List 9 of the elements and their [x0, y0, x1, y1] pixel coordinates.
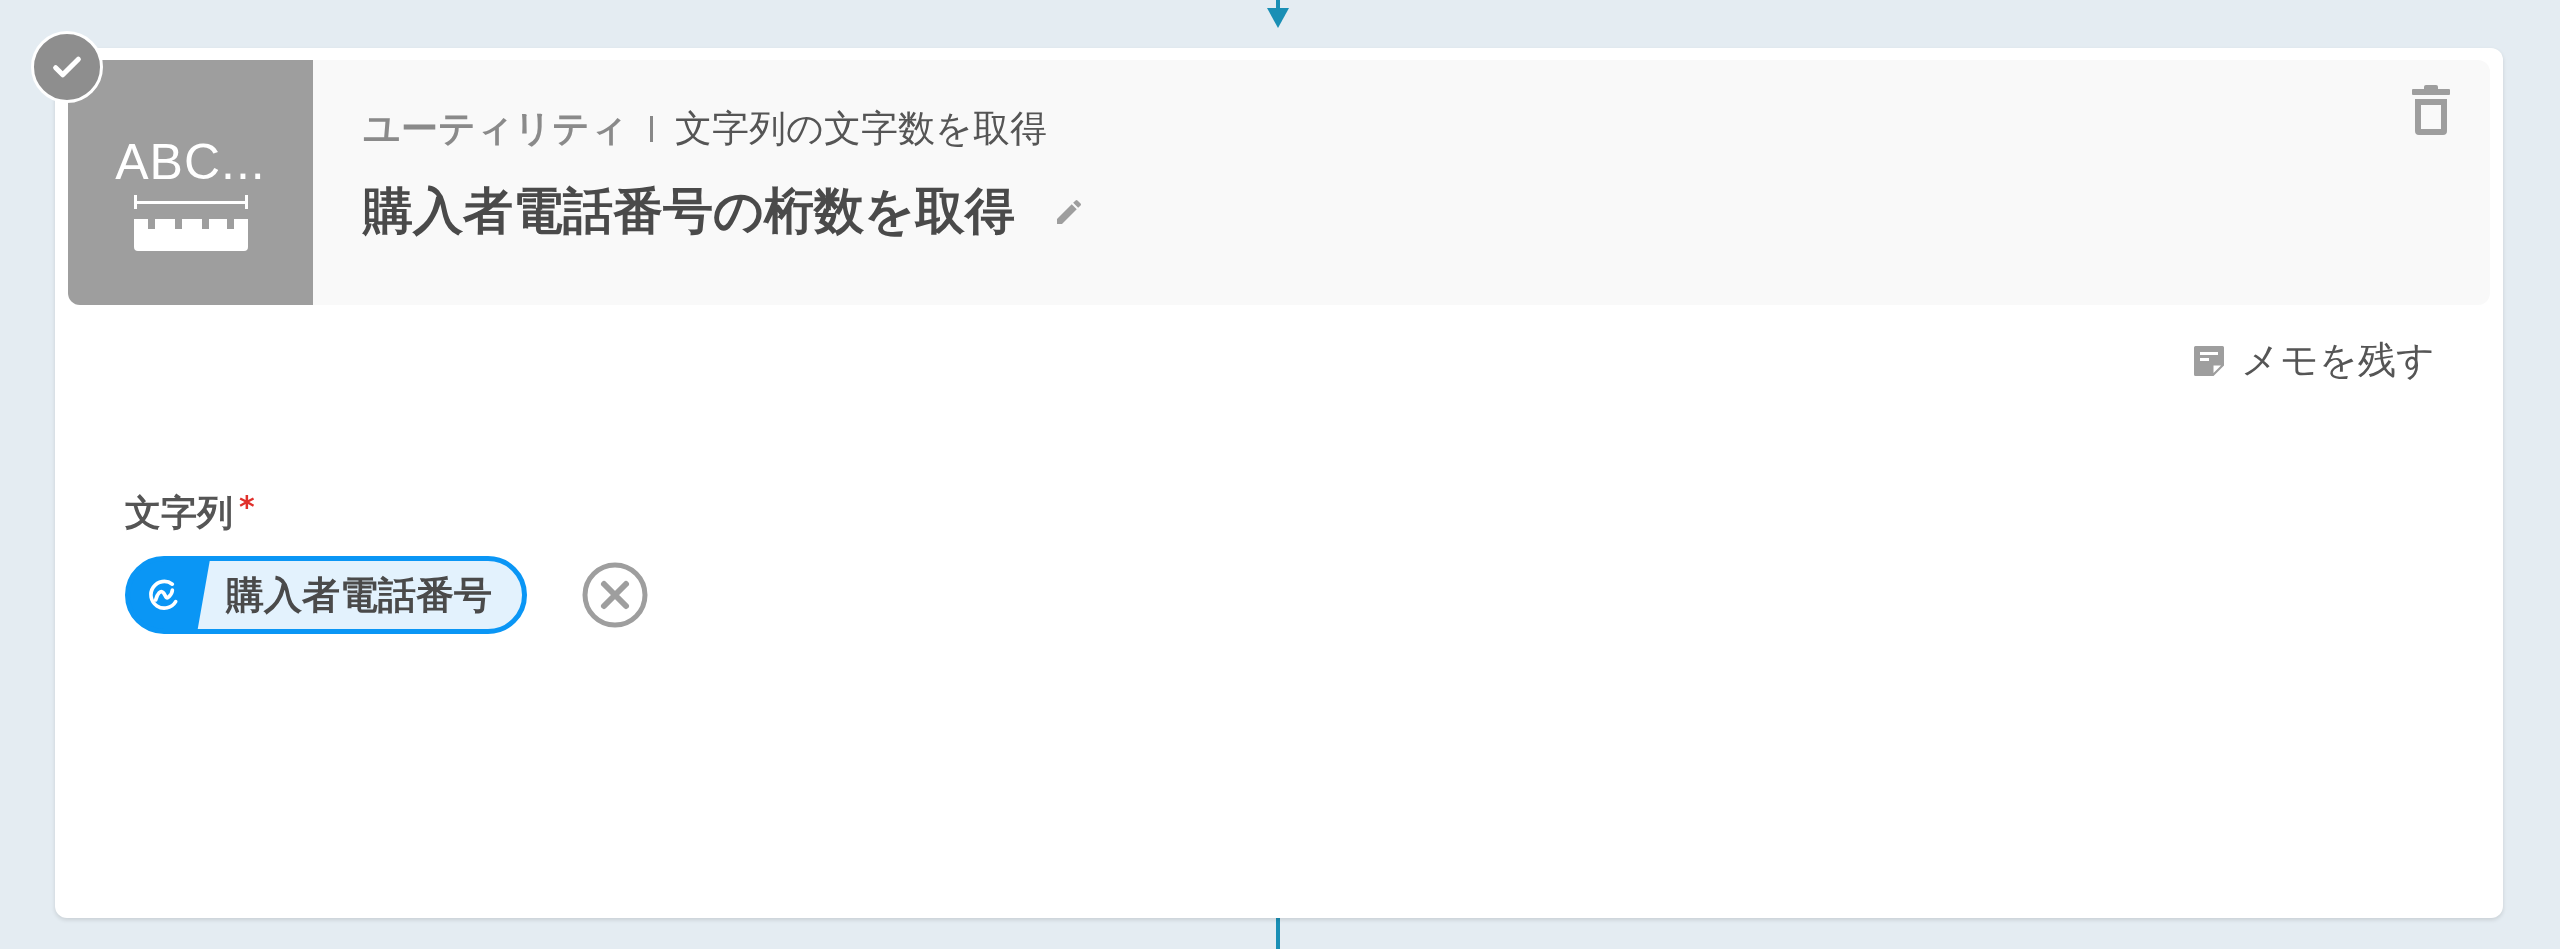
memo-button[interactable]: メモを残す: [2191, 335, 2435, 386]
chip-text: 購入者電話番号: [226, 571, 492, 619]
required-mark: *: [239, 489, 255, 524]
category-label: ユーティリティ: [363, 106, 628, 152]
tile-text: ABC...: [115, 137, 266, 187]
action-label: 文字列の文字数を取得: [675, 106, 1047, 152]
variable-chip[interactable]: 購入者電話番号: [125, 556, 527, 634]
field-label: 文字列: [125, 491, 233, 535]
step-title: 購入者電話番号の桁数を取得: [363, 181, 1015, 242]
